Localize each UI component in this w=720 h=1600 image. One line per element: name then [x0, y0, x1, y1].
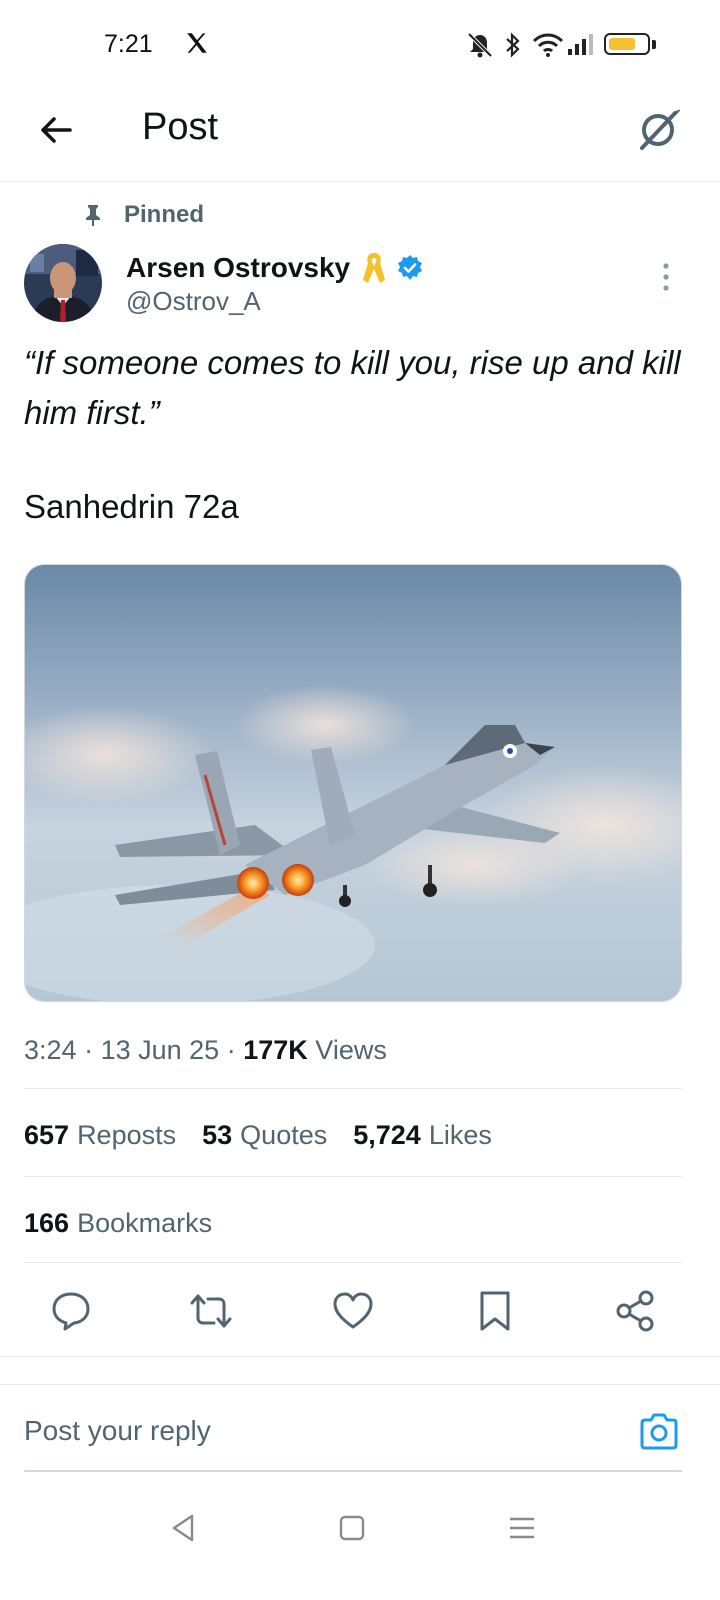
battery-tip — [652, 40, 656, 49]
reposts-stat[interactable]: 657 Reposts — [24, 1114, 176, 1156]
yellow-ribbon-icon — [363, 253, 386, 283]
reposts-count: 657 — [24, 1120, 70, 1150]
share-icon[interactable] — [612, 1288, 658, 1334]
repost-icon[interactable] — [188, 1288, 234, 1334]
post-time: 3:24 — [24, 1035, 77, 1065]
fighter-jet-image — [25, 565, 681, 1001]
avatar[interactable] — [24, 244, 102, 322]
likes-count: 5,724 — [353, 1120, 421, 1150]
engagement-stats: 657 Reposts 53 Quotes 5,724 Likes — [24, 1114, 492, 1156]
reply-icon[interactable] — [48, 1288, 94, 1334]
nav-back-icon[interactable] — [164, 1508, 204, 1548]
post-meta: 3:24 · 13 Jun 25 · 177K Views — [24, 1030, 387, 1070]
mute-bell-icon — [467, 32, 493, 58]
likes-label: Likes — [428, 1120, 492, 1150]
reply-underline — [24, 1470, 682, 1472]
back-arrow-icon[interactable] — [32, 106, 80, 154]
divider — [0, 1356, 720, 1357]
divider — [24, 1262, 682, 1263]
quotes-label: Quotes — [240, 1120, 328, 1150]
quotes-stat[interactable]: 53 Quotes — [202, 1114, 327, 1156]
bluetooth-icon — [506, 32, 520, 58]
author-name-row: Arsen Ostrovsky — [126, 248, 424, 288]
status-time: 7:21 — [104, 30, 153, 58]
signal-icon — [568, 34, 593, 55]
reply-input[interactable]: Post your reply — [24, 1415, 211, 1447]
post-source-text: Sanhedrin 72a — [24, 488, 239, 525]
top-app-bar: Post — [0, 90, 720, 182]
verified-badge-icon — [398, 255, 423, 280]
author-name[interactable]: Arsen Ostrovsky — [126, 252, 350, 284]
author-handle[interactable]: @Ostrov_A — [126, 286, 261, 317]
meta-separator: · — [226, 1035, 236, 1065]
divider — [24, 1088, 682, 1089]
system-nav-bar — [0, 1490, 720, 1600]
divider — [24, 1176, 682, 1177]
likes-stat[interactable]: 5,724 Likes — [353, 1114, 492, 1156]
post-action-bar — [0, 1282, 720, 1342]
page-title: Post — [142, 106, 219, 148]
meta-separator: · — [84, 1035, 94, 1065]
bookmarks-stat[interactable]: 166 Bookmarks — [24, 1202, 212, 1244]
post-image[interactable] — [24, 564, 682, 1002]
reply-composer: Post your reply — [0, 1384, 720, 1472]
views-count[interactable]: 177K — [243, 1035, 308, 1065]
bookmarks-count: 166 — [24, 1208, 70, 1238]
pin-icon — [86, 205, 100, 226]
more-options-icon[interactable] — [656, 262, 676, 292]
camera-icon[interactable] — [638, 1411, 680, 1453]
pinned-indicator: Pinned — [82, 198, 204, 232]
reposts-label: Reposts — [77, 1120, 177, 1150]
nav-home-icon[interactable] — [332, 1508, 372, 1548]
status-bar: 7:21 — [0, 0, 720, 90]
post-quote-text: “If someone comes to kill you, rise up a… — [24, 344, 681, 431]
wifi-icon — [532, 33, 564, 57]
nav-menu-icon[interactable] — [502, 1508, 542, 1548]
views-label: Views — [315, 1035, 387, 1065]
x-logo-icon — [187, 33, 207, 53]
quotes-count: 53 — [202, 1120, 233, 1150]
grok-icon[interactable] — [634, 104, 684, 154]
bookmark-icon[interactable] — [472, 1288, 518, 1334]
bookmarks-label: Bookmarks — [77, 1208, 213, 1238]
like-icon[interactable] — [330, 1288, 376, 1334]
pinned-label: Pinned — [124, 201, 205, 228]
post-date: 13 Jun 25 — [100, 1035, 220, 1065]
battery-icon — [604, 33, 650, 55]
